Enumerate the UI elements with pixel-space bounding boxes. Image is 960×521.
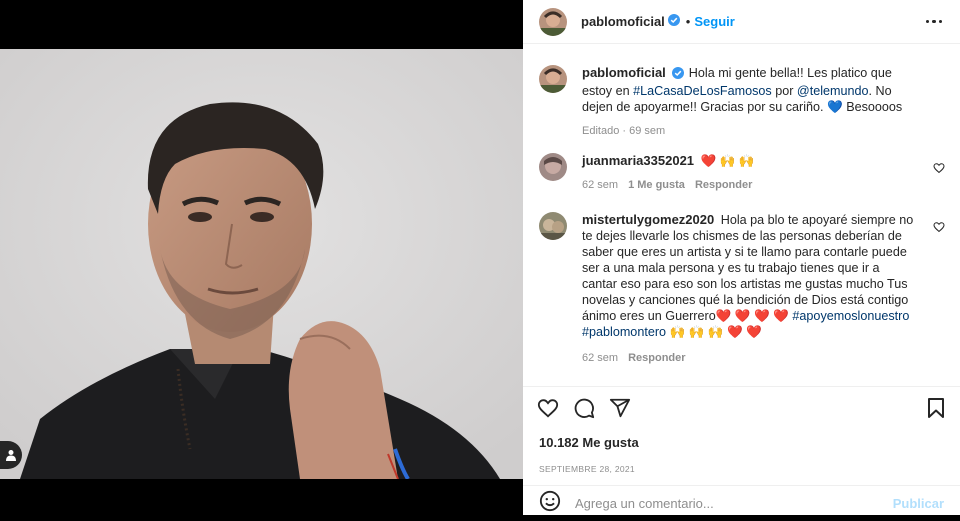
blue-heart-emoji: 💙 xyxy=(827,100,843,114)
caption-time[interactable]: 69 sem xyxy=(629,125,665,137)
post-photo[interactable] xyxy=(0,49,523,479)
comment-likes[interactable]: 1 Me gusta xyxy=(628,177,685,193)
avatar[interactable] xyxy=(539,153,567,181)
post-date[interactable]: SEPTIEMBRE 28, 2021 xyxy=(523,464,960,474)
comment-time[interactable]: 62 sem xyxy=(582,177,618,193)
comment-text-end: 🙌 🙌 🙌 ❤️ ❤️ xyxy=(666,325,762,339)
user-tag-icon xyxy=(6,450,16,461)
heart-icon[interactable] xyxy=(537,397,559,424)
comment-item: juanmaria3352021 ❤️ 🙌 🙌 62 sem 1 Me gust… xyxy=(539,153,948,193)
comment-time[interactable]: 62 sem xyxy=(582,350,618,366)
comment-text: Hola pa blo te apoyaré siempre no te dej… xyxy=(582,213,914,323)
action-icons xyxy=(523,387,960,433)
post-header: pablomoficial • Seguir xyxy=(523,0,960,44)
caption-text-part: por xyxy=(771,84,797,98)
reply-button[interactable]: Responder xyxy=(695,177,752,193)
header-username[interactable]: pablomoficial xyxy=(581,14,665,29)
more-options-icon[interactable] xyxy=(924,14,945,30)
comment-meta: 62 sem Responder xyxy=(582,350,917,366)
avatar-image xyxy=(539,7,567,36)
hashtag-link[interactable]: #apoyemoslonuestro xyxy=(792,309,909,323)
verified-badge-icon xyxy=(667,13,680,31)
portrait-image xyxy=(0,49,523,479)
comments-list: pablomoficial Hola mi gente bella!! Les p… xyxy=(523,45,960,386)
avatar-image xyxy=(539,153,567,181)
avatar[interactable] xyxy=(539,212,567,240)
comment-username[interactable]: mistertulygomez2020 xyxy=(582,212,714,227)
avatar[interactable] xyxy=(539,7,567,36)
mention-link[interactable]: @telemundo xyxy=(797,84,869,98)
hashtag-link[interactable]: #LaCasaDeLosFamosos xyxy=(633,84,772,98)
comment-item: mistertulygomez2020 Hola pa blo te apoya… xyxy=(539,212,948,366)
separator-dot: • xyxy=(685,14,691,29)
share-icon[interactable] xyxy=(609,397,631,424)
bookmark-icon[interactable] xyxy=(926,397,946,424)
hashtag-link[interactable]: #pablomontero xyxy=(582,325,666,339)
post-details-panel: pablomoficial • Seguir pablomoficial Hola… xyxy=(523,0,960,515)
publish-button[interactable]: Publicar xyxy=(893,496,944,511)
comment-input[interactable] xyxy=(575,496,893,511)
caption-text-part: Besoooos xyxy=(842,100,903,114)
comment-meta: 62 sem 1 Me gusta Responder xyxy=(582,177,912,193)
like-comment-heart-icon[interactable] xyxy=(933,220,945,238)
emoji-icon[interactable] xyxy=(539,490,561,517)
verified-badge-icon xyxy=(671,67,684,83)
avatar-image xyxy=(539,212,567,240)
avatar[interactable] xyxy=(539,65,567,93)
comment-icon[interactable] xyxy=(573,397,595,424)
likes-count[interactable]: 10.182 Me gusta xyxy=(523,435,960,450)
reply-button[interactable]: Responder xyxy=(628,350,685,366)
caption-meta: Editado · 69 sem xyxy=(582,125,666,137)
comment-username[interactable]: juanmaria3352021 xyxy=(582,153,694,168)
caption-username[interactable]: pablomoficial xyxy=(582,65,666,80)
avatar-image xyxy=(539,65,567,93)
comment-text: ❤️ 🙌 🙌 xyxy=(700,154,755,168)
post-media-panel xyxy=(0,0,523,515)
edited-label: Editado xyxy=(582,125,620,137)
comment-composer: Publicar xyxy=(523,485,960,521)
follow-button[interactable]: Seguir xyxy=(694,14,734,29)
like-comment-heart-icon[interactable] xyxy=(933,161,945,179)
post-actions: 10.182 Me gusta SEPTIEMBRE 28, 2021 xyxy=(523,386,960,474)
caption-text: pablomoficial Hola mi gente bella!! Les p… xyxy=(582,65,912,115)
caption: pablomoficial Hola mi gente bella!! Les p… xyxy=(539,65,948,139)
